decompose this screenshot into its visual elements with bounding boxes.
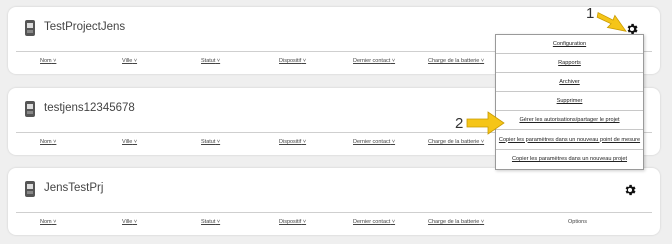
device-icon: [25, 181, 35, 197]
device-icon: [25, 101, 35, 117]
menu-item-supprimer[interactable]: Supprimer: [496, 92, 643, 112]
column-options: Options: [568, 219, 587, 225]
menu-item-rapports[interactable]: Rapports: [496, 54, 643, 74]
annotation-step-2: 2: [455, 115, 464, 132]
menu-item-copy-to-measuring-point[interactable]: Copier les paramètres dans un nouveau po…: [496, 130, 643, 150]
device-icon: [25, 20, 35, 36]
annotation-arrow-1: [596, 12, 627, 32]
menu-item-archiver[interactable]: Archiver: [496, 73, 643, 93]
column-nom[interactable]: Nom ˅: [40, 219, 56, 225]
column-dernier-contact[interactable]: Dernier contact ˅: [353, 139, 395, 145]
annotation-arrow-2: [466, 111, 505, 135]
column-nom[interactable]: Nom ˅: [40, 58, 56, 64]
column-statut[interactable]: Statut ˅: [201, 139, 220, 145]
annotation-step-1: 1: [586, 5, 595, 22]
project-options-menu: Configuration Rapports Archiver Supprime…: [495, 34, 644, 170]
column-charge[interactable]: Charge de la batterie ˅: [428, 139, 484, 145]
menu-item-copy-to-project[interactable]: Copier les paramètres dans un nouveau pr…: [496, 150, 643, 169]
column-dispositif[interactable]: Dispositif ˅: [279, 58, 306, 64]
column-ville[interactable]: Ville ˅: [122, 139, 137, 145]
column-dispositif[interactable]: Dispositif ˅: [279, 139, 306, 145]
column-charge[interactable]: Charge de la batterie ˅: [428, 58, 484, 64]
column-ville[interactable]: Ville ˅: [122, 58, 137, 64]
project-title[interactable]: testjens12345678: [44, 102, 135, 114]
menu-item-manage-permissions[interactable]: Gérer les autorisations/partager le proj…: [496, 111, 643, 131]
column-statut[interactable]: Statut ˅: [201, 58, 220, 64]
column-dernier-contact[interactable]: Dernier contact ˅: [353, 219, 395, 225]
column-charge[interactable]: Charge de la batterie ˅: [428, 219, 484, 225]
column-ville[interactable]: Ville ˅: [122, 219, 137, 225]
column-statut[interactable]: Statut ˅: [201, 219, 220, 225]
column-dernier-contact[interactable]: Dernier contact ˅: [353, 58, 395, 64]
column-dispositif[interactable]: Dispositif ˅: [279, 219, 306, 225]
card-divider: [16, 212, 652, 213]
project-title[interactable]: JensTestPrj: [44, 182, 103, 194]
column-nom[interactable]: Nom ˅: [40, 139, 56, 145]
gear-icon[interactable]: [623, 183, 637, 197]
project-title[interactable]: TestProjectJens: [44, 21, 125, 33]
menu-item-configuration[interactable]: Configuration: [496, 35, 643, 55]
project-card-3: JensTestPrj Nom ˅ Ville ˅ Statut ˅ Dispo…: [8, 168, 660, 235]
